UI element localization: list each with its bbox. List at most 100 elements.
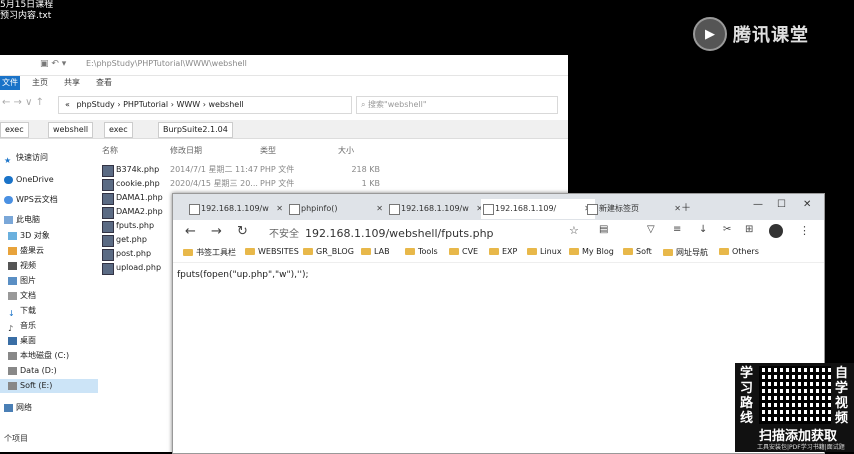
breadcrumb-phpstudy[interactable]: phpStudy (76, 100, 114, 109)
page-icon (587, 204, 598, 215)
maximize-icon[interactable]: ☐ (777, 199, 786, 210)
bookmark-nav[interactable]: 网址导航 (663, 247, 708, 258)
browser-window: 192.168.1.109/w ✕ phpinfo() ✕ 192.168.1.10… (172, 193, 825, 454)
sidebar-item-drive-e[interactable]: Soft (E:) (0, 379, 98, 393)
sidebar-item-this-pc[interactable]: 此电脑 (4, 213, 40, 227)
more-icon[interactable]: ⋮ (799, 224, 810, 237)
folder-icon (361, 248, 371, 255)
download-icon[interactable]: ↓ (699, 224, 707, 235)
search-placeholder: 搜索"webshell" (368, 100, 427, 109)
close-icon[interactable]: ✕ (674, 199, 681, 219)
promo-right-text: 自学视频 (835, 366, 849, 426)
tab-webshell[interactable]: webshell (48, 122, 94, 138)
file-row[interactable]: cookie.php 2020/4/15 星期三 20... PHP 文件 1 KB (102, 177, 392, 191)
sidebar-item-videos[interactable]: 视频 (8, 259, 36, 273)
tab-exec-1[interactable]: exec (0, 122, 29, 138)
filter-icon[interactable]: ▽ (647, 224, 655, 235)
close-icon[interactable]: ✕ (376, 199, 383, 219)
folder-icon (303, 248, 313, 255)
browser-tab-new[interactable]: 新建标签页 ✕ (585, 199, 685, 219)
close-window-icon[interactable]: ✕ (803, 199, 811, 210)
bookmark-linux[interactable]: Linux (527, 247, 562, 256)
search-input[interactable]: ⌕ 搜索"webshell" (356, 96, 558, 114)
bookmark-lab[interactable]: LAB (361, 247, 390, 256)
promo-subcaption: 工具安装包|PDF学习书籍|面试题 (757, 444, 845, 451)
browser-tab-3[interactable]: 192.168.1.109/w ✕ (387, 199, 487, 219)
sidebar-item-onedrive[interactable]: OneDrive (4, 173, 54, 187)
bookmark-websites[interactable]: WEBSITES (245, 247, 299, 256)
desktop-file[interactable]: 5月15日课程 预习内容.txt (0, 0, 60, 22)
bookmark-tools[interactable]: Tools (405, 247, 438, 256)
minimize-icon[interactable]: — (753, 199, 763, 210)
sidebar-item-drive-c[interactable]: 本地磁盘 (C:) (8, 349, 69, 363)
bookmark-toolbar[interactable]: 书签工具栏 (183, 247, 236, 258)
explorer-ribbon: 文件 主页 共享 查看 (0, 76, 568, 90)
bookmark-gr-blog[interactable]: GR_BLOG (303, 247, 354, 256)
page-content-text: fputs(fopen("up.php","w"),''); (177, 270, 309, 280)
browser-tab-strip: 192.168.1.109/w ✕ phpinfo() ✕ 192.168.1.10… (173, 194, 824, 220)
new-tab-icon[interactable]: ＋ (681, 199, 691, 214)
tools-icon[interactable]: ✂ (723, 224, 731, 235)
folder-icon (623, 248, 633, 255)
star-icon[interactable]: ☆ (569, 224, 579, 237)
browser-tab-2[interactable]: phpinfo() ✕ (287, 199, 387, 219)
music-icon: ♪ (8, 324, 14, 333)
bookmark-cve[interactable]: CVE (449, 247, 478, 256)
sidebar-item-3d[interactable]: 3D 对象 (8, 229, 50, 243)
url-bar[interactable]: 不安全 192.168.1.109/webshell/fputs.php (269, 225, 494, 240)
file-row[interactable]: B374k.php 2014/7/1 星期二 11:47 PHP 文件 218 KB (102, 163, 392, 177)
breadcrumb-webshell[interactable]: webshell (208, 100, 243, 109)
desktop-icon (8, 337, 17, 345)
browser-tab-1[interactable]: 192.168.1.109/w ✕ (187, 199, 287, 219)
column-size[interactable]: 大小 (338, 145, 354, 156)
forward-icon[interactable]: → (211, 224, 222, 239)
ribbon-tab-view[interactable]: 查看 (96, 77, 112, 88)
back-icon[interactable]: ← (185, 224, 196, 239)
grid-icon[interactable]: ⊞ (745, 224, 753, 235)
sidebar-item-documents[interactable]: 文档 (8, 289, 36, 303)
column-date[interactable]: 修改日期 (170, 145, 202, 156)
sidebar-item-network[interactable]: 网络 (4, 401, 32, 415)
sidebar-item-desktop[interactable]: 桌面 (8, 334, 36, 348)
bookmark-exp[interactable]: EXP (489, 247, 517, 256)
ribbon-tab-file[interactable]: 文件 (0, 76, 20, 90)
column-name[interactable]: 名称 (102, 145, 118, 156)
close-icon[interactable]: ✕ (276, 199, 283, 219)
drive-icon (8, 367, 17, 375)
star-icon: ★ (4, 156, 12, 165)
folder-icon (449, 248, 459, 255)
sidebar-item-downloads[interactable]: ↓ 下载 (8, 304, 36, 318)
breadcrumb-www[interactable]: WWW (176, 100, 200, 109)
explorer-address-row: ← → ∨ ↑ « phpStudy › PHPTutorial › WWW ›… (0, 93, 568, 115)
browser-tab-active[interactable]: 192.168.1.109/✕ (481, 199, 595, 219)
folder-icon (663, 249, 673, 256)
breadcrumb-phptutorial[interactable]: PHPTutorial (123, 100, 168, 109)
menu-icon[interactable]: ≡ (673, 224, 681, 235)
column-type[interactable]: 类型 (260, 145, 276, 156)
cloud-icon (4, 176, 13, 184)
sidebar-item-music[interactable]: ♪ 音乐 (8, 319, 36, 333)
sidebar-item-pictures[interactable]: 图片 (8, 274, 36, 288)
tab-exec-2[interactable]: exec (104, 122, 133, 138)
folder-icon (245, 248, 255, 255)
sidebar-item-wps[interactable]: WPS云文档 (4, 193, 58, 207)
avatar[interactable] (769, 224, 783, 238)
ribbon-tab-home[interactable]: 主页 (32, 77, 48, 88)
bookmark-others[interactable]: Others (719, 247, 759, 256)
brand-text: 腾讯课堂 (733, 25, 809, 46)
image-icon (8, 277, 17, 285)
nav-arrows-icon[interactable]: ← → ∨ ↑ (2, 97, 44, 108)
extension-icon[interactable]: ▤ (599, 224, 608, 235)
bookmark-soft[interactable]: Soft (623, 247, 652, 256)
reload-icon[interactable]: ↻ (237, 224, 248, 239)
bookmark-my-blog[interactable]: My Blog (569, 247, 614, 256)
php-file-icon (102, 249, 114, 261)
sidebar-item-drive-d[interactable]: Data (D:) (8, 364, 57, 378)
quick-access-toolbar-icon[interactable]: ▣ ↶ ▾ (40, 59, 66, 69)
sidebar-item-cloud[interactable]: 盛果云 (8, 244, 44, 258)
sidebar-item-quick-access[interactable]: ★ 快速访问 (4, 151, 48, 165)
address-bar[interactable]: « phpStudy › PHPTutorial › WWW › webshel… (58, 96, 352, 114)
download-icon: ↓ (8, 309, 15, 318)
ribbon-tab-share[interactable]: 共享 (64, 77, 80, 88)
tab-burpsuite[interactable]: BurpSuite2.1.04 (158, 122, 233, 138)
